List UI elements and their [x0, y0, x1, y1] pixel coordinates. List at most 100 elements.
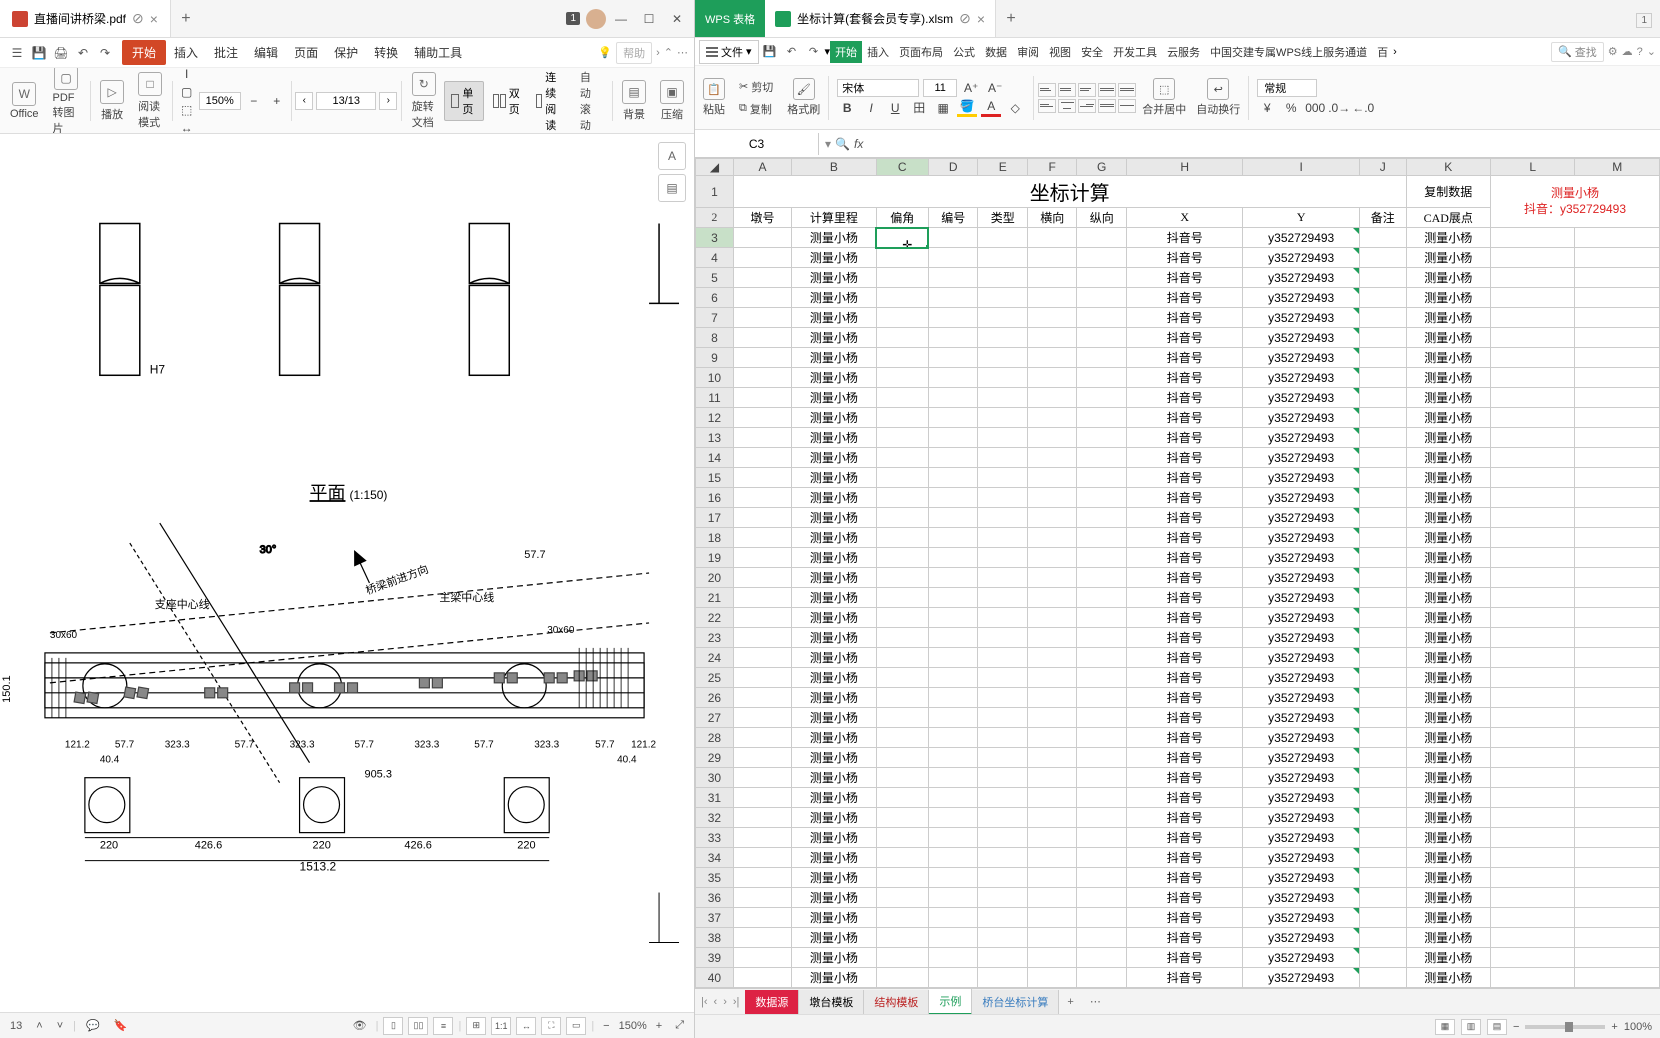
cell[interactable]: [1359, 288, 1406, 308]
cell[interactable]: [1359, 308, 1406, 328]
cell[interactable]: [1027, 748, 1077, 768]
cell[interactable]: 测量小杨: [792, 468, 876, 488]
number-format-select[interactable]: [1257, 79, 1317, 97]
cell[interactable]: 测量小杨: [792, 688, 876, 708]
view-full-icon[interactable]: ⛶: [541, 1017, 561, 1035]
wps-menu-view[interactable]: 视图: [1044, 41, 1076, 63]
cell[interactable]: [1359, 868, 1406, 888]
cell[interactable]: [733, 568, 791, 588]
header-cell[interactable]: 墩号: [733, 208, 791, 228]
cell[interactable]: [733, 248, 791, 268]
cell[interactable]: 抖音号: [1126, 908, 1242, 928]
cell[interactable]: [1027, 768, 1077, 788]
cell[interactable]: 测量小杨: [1406, 488, 1490, 508]
cell[interactable]: [733, 348, 791, 368]
cell[interactable]: 测量小杨: [1406, 568, 1490, 588]
cell[interactable]: [1490, 488, 1574, 508]
cell[interactable]: y352729493: [1243, 748, 1359, 768]
cell[interactable]: 测量小杨: [792, 968, 876, 988]
select-tool-icon[interactable]: I: [177, 68, 197, 83]
cell[interactable]: [876, 488, 928, 508]
cell[interactable]: [978, 968, 1028, 988]
row-header-4[interactable]: 4: [696, 248, 734, 268]
cell[interactable]: [1027, 448, 1077, 468]
marquee-icon[interactable]: ⬚: [177, 101, 197, 119]
cell[interactable]: [733, 328, 791, 348]
row-header-31[interactable]: 31: [696, 788, 734, 808]
cell[interactable]: 抖音号: [1126, 928, 1242, 948]
tb-to-image[interactable]: ▢PDF转图片: [47, 68, 86, 134]
cell[interactable]: [1027, 388, 1077, 408]
cell[interactable]: [1575, 628, 1660, 648]
sheet-tab-pier[interactable]: 墩台模板: [799, 990, 864, 1014]
cell[interactable]: 抖音号: [1126, 608, 1242, 628]
cell[interactable]: 测量小杨: [792, 848, 876, 868]
rb-paste[interactable]: 📋粘贴: [699, 78, 729, 117]
cell[interactable]: [928, 488, 978, 508]
cell[interactable]: [1027, 848, 1077, 868]
cell[interactable]: 抖音号: [1126, 988, 1242, 989]
cell[interactable]: [928, 268, 978, 288]
cell[interactable]: [1575, 448, 1660, 468]
bold-button[interactable]: B: [837, 99, 857, 117]
cell[interactable]: 测量小杨: [1406, 228, 1490, 248]
cell[interactable]: [1359, 448, 1406, 468]
cell[interactable]: [1027, 348, 1077, 368]
tb-single-page[interactable]: 单页: [444, 81, 484, 121]
cell[interactable]: y352729493: [1243, 308, 1359, 328]
cell-style-icon[interactable]: ▦: [933, 99, 953, 117]
cell[interactable]: [928, 228, 978, 248]
col-header-C[interactable]: C: [876, 159, 928, 176]
cell[interactable]: 测量小杨: [1406, 968, 1490, 988]
cell[interactable]: 测量小杨: [792, 728, 876, 748]
cell[interactable]: [1027, 948, 1077, 968]
row-header-2[interactable]: 2: [696, 208, 734, 228]
cell[interactable]: [1359, 588, 1406, 608]
header-cell[interactable]: 偏角: [876, 208, 928, 228]
cell[interactable]: [1027, 308, 1077, 328]
cell[interactable]: [1490, 568, 1574, 588]
cell[interactable]: [978, 648, 1028, 668]
wps-menu-cloud[interactable]: 云服务: [1162, 41, 1205, 63]
selected-cell[interactable]: ✛: [876, 228, 928, 248]
redo-icon[interactable]: ↷: [94, 42, 116, 64]
row-header-23[interactable]: 23: [696, 628, 734, 648]
cell[interactable]: 抖音号: [1126, 308, 1242, 328]
cell[interactable]: [876, 508, 928, 528]
align-middle[interactable]: [1058, 83, 1076, 97]
tb-background[interactable]: ▤背景: [616, 80, 652, 122]
cell[interactable]: y352729493: [1243, 468, 1359, 488]
sheet-tab-struct[interactable]: 结构模板: [864, 990, 929, 1014]
col-header-G[interactable]: G: [1077, 159, 1127, 176]
cell[interactable]: [1575, 848, 1660, 868]
row-header-10[interactable]: 10: [696, 368, 734, 388]
sheet-last-icon[interactable]: ›|: [731, 996, 742, 1008]
cell[interactable]: [978, 588, 1028, 608]
cell[interactable]: [876, 528, 928, 548]
cell[interactable]: 测量小杨: [1406, 248, 1490, 268]
cell[interactable]: 测量小杨: [792, 268, 876, 288]
cell[interactable]: y352729493: [1243, 728, 1359, 748]
wps-file-button[interactable]: 文件▾: [699, 40, 759, 64]
sheet-list-icon[interactable]: ⋯: [1082, 991, 1109, 1012]
cell[interactable]: y352729493: [1243, 288, 1359, 308]
cell[interactable]: [1490, 928, 1574, 948]
cell[interactable]: [876, 328, 928, 348]
cell[interactable]: 测量小杨: [1406, 528, 1490, 548]
sheet-add-button[interactable]: +: [1059, 992, 1081, 1012]
cell[interactable]: [1490, 248, 1574, 268]
cell[interactable]: y352729493: [1243, 628, 1359, 648]
cell[interactable]: y352729493: [1243, 228, 1359, 248]
cell[interactable]: [978, 928, 1028, 948]
rb-cut[interactable]: ✂剪切: [735, 77, 777, 97]
eye-icon[interactable]: 👁: [349, 1017, 371, 1034]
cell[interactable]: [1077, 868, 1127, 888]
currency-icon[interactable]: ¥: [1257, 99, 1277, 117]
cell[interactable]: [1077, 768, 1127, 788]
chevron-right-icon[interactable]: ›: [656, 47, 660, 59]
cell[interactable]: [733, 908, 791, 928]
row-header-20[interactable]: 20: [696, 568, 734, 588]
bookmark-icon[interactable]: 🔖: [110, 1017, 132, 1034]
row-header-30[interactable]: 30: [696, 768, 734, 788]
cell[interactable]: [1027, 648, 1077, 668]
